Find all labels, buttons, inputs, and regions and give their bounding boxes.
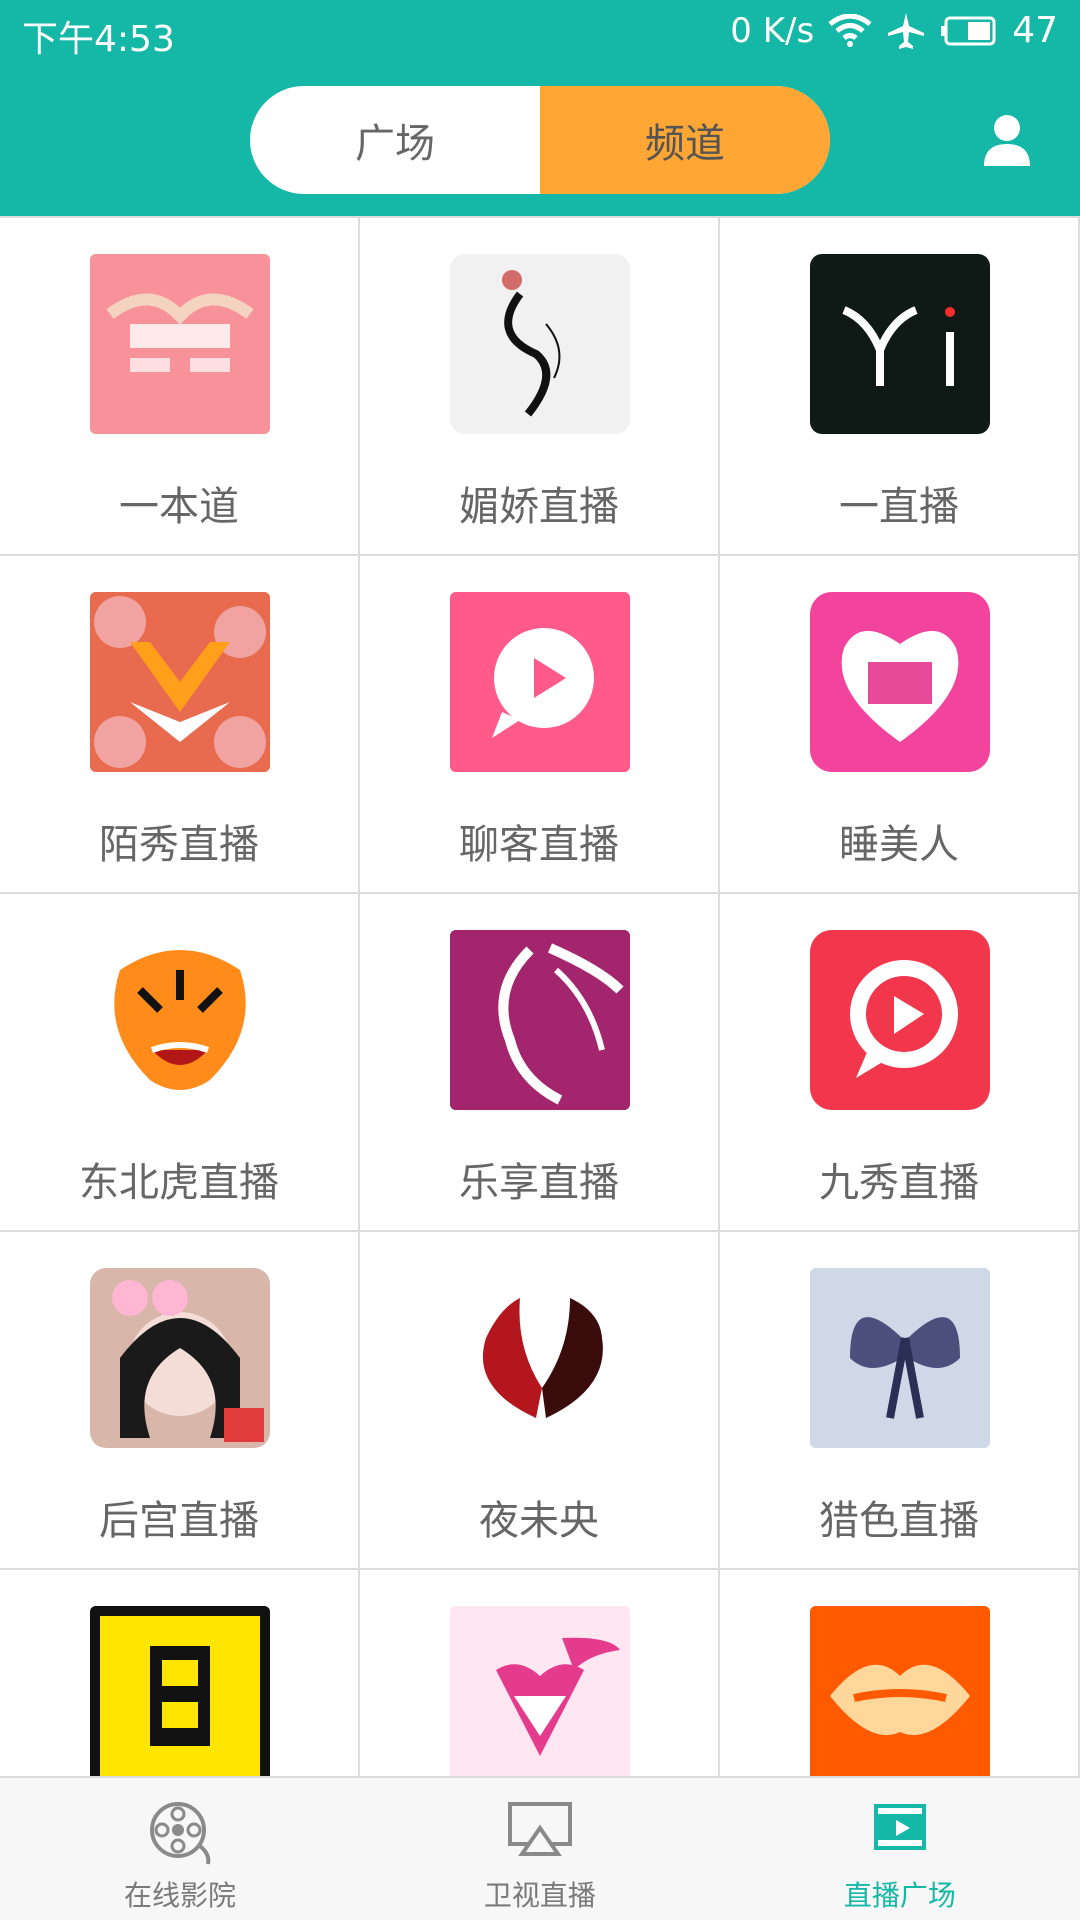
app-header: 下午4:53 0 K/s 47 广场 频道 xyxy=(0,0,1080,216)
channel-cell[interactable] xyxy=(0,1570,360,1776)
film-reel-icon xyxy=(149,1802,211,1865)
channel-name: 东北虎直播 xyxy=(79,1160,279,1206)
wifi-icon xyxy=(828,13,872,47)
lexiang-logo xyxy=(450,930,630,1110)
video-play-icon xyxy=(873,1804,926,1850)
channel-name: 陌秀直播 xyxy=(99,822,259,868)
channel-name: 后宫直播 xyxy=(99,1498,259,1544)
status-bar: 下午4:53 0 K/s 47 xyxy=(0,0,1080,66)
channel-cell[interactable]: 东北虎直播 xyxy=(0,894,360,1232)
channel-cell[interactable] xyxy=(360,1570,720,1776)
tab-guangchang[interactable]: 广场 xyxy=(250,86,540,194)
yeweiyang-logo xyxy=(450,1268,630,1448)
tv-cast-icon xyxy=(507,1802,572,1856)
channel-cell[interactable] xyxy=(720,1570,1080,1776)
channel-name: 九秀直播 xyxy=(819,1160,979,1206)
channel-cell[interactable]: 后宫直播 xyxy=(0,1232,360,1570)
channel-name: 夜未央 xyxy=(479,1498,599,1544)
channel-cell[interactable]: 聊客直播 xyxy=(360,556,720,894)
channel-cell[interactable]: 夜未央 xyxy=(360,1232,720,1570)
status-right: 0 K/s 47 xyxy=(730,10,1058,51)
moxiu-logo xyxy=(90,592,270,772)
liaoke-logo xyxy=(450,592,630,772)
status-time: 下午4:53 xyxy=(22,19,175,60)
channel-name: 一本道 xyxy=(119,484,239,530)
channel-cell[interactable]: 乐享直播 xyxy=(360,894,720,1232)
yi-logo xyxy=(810,254,990,434)
jiuxiu-logo xyxy=(810,930,990,1110)
battery-icon xyxy=(941,16,996,45)
nav-label: 卫视直播 xyxy=(483,1879,596,1912)
tiger-logo xyxy=(90,930,270,1110)
nav-label: 在线影院 xyxy=(123,1879,236,1912)
channel-grid: 一本道 媚娇直播 一直播 陌秀直播 聊客直播 睡美人 东北虎直播 乐享直播 九秀… xyxy=(0,216,1080,1776)
battery-level: 47 xyxy=(1012,10,1058,51)
channel-cell[interactable]: 一直播 xyxy=(720,218,1080,556)
channel-name: 睡美人 xyxy=(839,822,959,868)
shuimeiren-logo xyxy=(810,592,990,772)
airplane-icon xyxy=(888,12,925,49)
segment-control: 广场 频道 xyxy=(250,86,830,194)
network-speed: 0 K/s xyxy=(730,10,815,51)
channel-cell[interactable]: 陌秀直播 xyxy=(0,556,360,894)
channel-name: 乐享直播 xyxy=(459,1160,619,1206)
nav-label: 直播广场 xyxy=(843,1879,956,1912)
nav-live-square[interactable]: 直播广场 xyxy=(720,1778,1080,1920)
lips-logo xyxy=(810,1606,990,1776)
channel-name: 聊客直播 xyxy=(459,822,619,868)
liese-logo xyxy=(810,1268,990,1448)
meijiao-logo xyxy=(450,254,630,434)
nav-satellite-tv[interactable]: 卫视直播 xyxy=(360,1778,720,1920)
channel-cell[interactable]: 睡美人 xyxy=(720,556,1080,894)
channel-name: 猎色直播 xyxy=(819,1498,979,1544)
bottom-nav: 在线影院 卫视直播 直播广场 xyxy=(0,1776,1080,1920)
tab-pindao[interactable]: 频道 xyxy=(540,86,830,194)
yibendao-logo xyxy=(90,254,270,434)
channel-cell[interactable]: 九秀直播 xyxy=(720,894,1080,1232)
channel-cell[interactable]: 猎色直播 xyxy=(720,1232,1080,1570)
user-icon[interactable] xyxy=(980,112,1034,168)
channel-cell[interactable]: 一本道 xyxy=(0,218,360,556)
yellow-logo xyxy=(90,1606,270,1776)
channel-name: 媚娇直播 xyxy=(459,484,619,530)
nav-online-cinema[interactable]: 在线影院 xyxy=(0,1778,360,1920)
fox-logo xyxy=(450,1606,630,1776)
channel-name: 一直播 xyxy=(839,484,959,530)
channel-cell[interactable]: 媚娇直播 xyxy=(360,218,720,556)
hougong-logo xyxy=(90,1268,270,1448)
